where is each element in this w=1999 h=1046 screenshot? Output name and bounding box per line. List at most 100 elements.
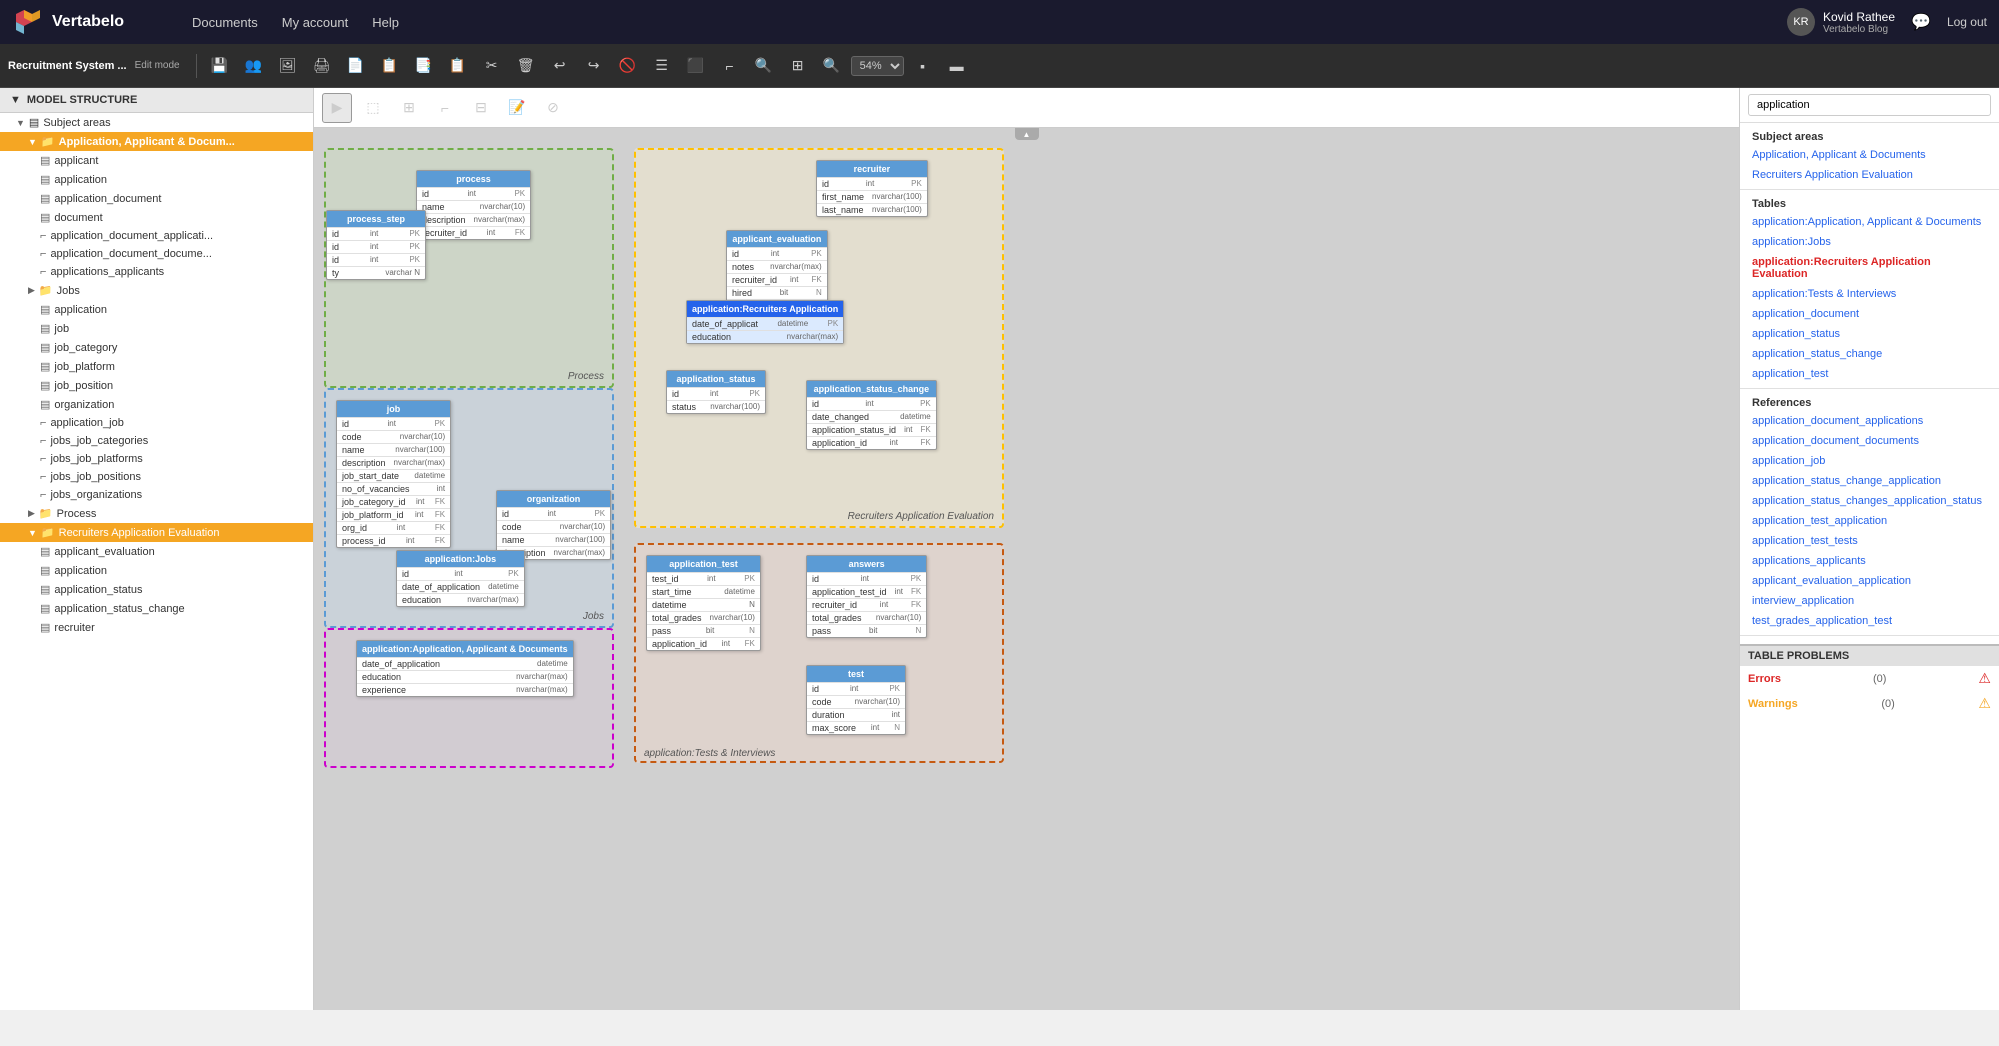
list-button[interactable]: ☰ (647, 51, 677, 81)
image-button[interactable]: 🖼 (273, 51, 303, 81)
sidebar-item-job-category[interactable]: ▤ job_category (0, 338, 313, 357)
redo-button[interactable]: ↪ (579, 51, 609, 81)
right-ref-link-3[interactable]: application_job (1740, 451, 1999, 471)
right-ref-link-5[interactable]: application_status_changes_application_s… (1740, 491, 1999, 511)
add-view-tool[interactable]: ⊟ (466, 93, 496, 123)
right-table-link-8[interactable]: application_test (1740, 364, 1999, 384)
right-ref-link-6[interactable]: application_test_application (1740, 511, 1999, 531)
collapse-icon[interactable]: ▼ (10, 94, 21, 106)
search-input[interactable] (1748, 94, 1991, 116)
sidebar-item-job-platform[interactable]: ▤ job_platform (0, 357, 313, 376)
people-button[interactable]: 👥 (239, 51, 269, 81)
fit-button[interactable]: ⊞ (783, 51, 813, 81)
right-table-link-4[interactable]: application:Tests & Interviews (1740, 284, 1999, 304)
add-area-tool[interactable]: ⊘ (538, 93, 568, 123)
sidebar-item-app-doc-docume[interactable]: ⌐ application_document_docume... (0, 245, 313, 263)
corner-button[interactable]: ⌐ (715, 51, 745, 81)
sidebar-item-applicant[interactable]: ▤ applicant (0, 151, 313, 170)
sidebar-item-applications-applicants[interactable]: ⌐ applications_applicants (0, 263, 313, 281)
save-button[interactable]: 💾 (205, 51, 235, 81)
application-status-table[interactable]: application_status idintPK statusnvarcha… (666, 370, 766, 414)
sidebar-item-process[interactable]: ▶ 📁 Process (0, 504, 313, 523)
sidebar-item-application-status-change[interactable]: ▤ application_status_change (0, 599, 313, 618)
sidebar-item-applicant-evaluation[interactable]: ▤ applicant_evaluation (0, 542, 313, 561)
right-table-link-1[interactable]: application:Application, Applicant & Doc… (1740, 212, 1999, 232)
add-table-tool[interactable]: ⊞ (394, 93, 424, 123)
sidebar-item-organization[interactable]: ▤ organization (0, 395, 313, 414)
add-note-tool[interactable]: 📝 (502, 93, 532, 123)
sidebar-item-jobs-organizations[interactable]: ⌐ jobs_organizations (0, 486, 313, 504)
pdf-button[interactable]: 📄 (341, 51, 371, 81)
sidebar-item-job-position[interactable]: ▤ job_position (0, 376, 313, 395)
sidebar-item-jobs-job-categories[interactable]: ⌐ jobs_job_categories (0, 432, 313, 450)
view-button-1[interactable]: ▪ (908, 51, 938, 81)
right-link-rae[interactable]: Recruiters Application Evaluation (1740, 165, 1999, 185)
view-button-2[interactable]: ▬ (942, 51, 972, 81)
sidebar-item-recruiter[interactable]: ▤ recruiter (0, 618, 313, 637)
nav-documents[interactable]: Documents (192, 15, 258, 30)
aad-application-table[interactable]: application:Application, Applicant & Doc… (356, 640, 574, 697)
cut-button[interactable]: ✂ (477, 51, 507, 81)
sidebar-item-application-document[interactable]: ▤ application_document (0, 189, 313, 208)
sidebar-item-app-doc-appli[interactable]: ⌐ application_document_applicati... (0, 227, 313, 245)
indent-button[interactable]: ⬛ (681, 51, 711, 81)
no-entry-button[interactable]: 🚫 (613, 51, 643, 81)
undo-button[interactable]: ↩ (545, 51, 575, 81)
sidebar-item-jobs[interactable]: ▶ 📁 Jobs (0, 281, 313, 300)
subject-areas-group[interactable]: ▼ ▤ Subject areas (0, 113, 313, 132)
sql-button[interactable]: 📋 (375, 51, 405, 81)
application-jobs-table[interactable]: application:Jobs idintPK date_of_applica… (396, 550, 525, 607)
zoom-out-button[interactable]: 🔍 (817, 51, 847, 81)
delete-button[interactable]: 🗑 (511, 51, 541, 81)
nav-my-account[interactable]: My account (282, 15, 348, 30)
print-button[interactable]: 🖨 (307, 51, 337, 81)
right-table-link-7[interactable]: application_status_change (1740, 344, 1999, 364)
sidebar-item-job[interactable]: ▤ job (0, 319, 313, 338)
right-table-link-2[interactable]: application:Jobs (1740, 232, 1999, 252)
application-rae-table[interactable]: application:Recruiters Application date_… (686, 300, 844, 344)
sidebar-item-document[interactable]: ▤ document (0, 208, 313, 227)
answers-table[interactable]: answers idintPK application_test_idintFK… (806, 555, 927, 638)
sidebar-item-application[interactable]: ▤ application (0, 170, 313, 189)
application-test-table[interactable]: application_test test_idintPK start_time… (646, 555, 761, 651)
right-ref-link-11[interactable]: test_grades_application_test (1740, 611, 1999, 631)
sidebar-item-application-jobs[interactable]: ▤ application (0, 300, 313, 319)
errors-row[interactable]: Errors (0) ⚠ (1740, 666, 1999, 691)
right-table-link-3[interactable]: application:Recruiters Application Evalu… (1740, 252, 1999, 284)
right-table-link-5[interactable]: application_document (1740, 304, 1999, 324)
zoom-select[interactable]: 54% (851, 56, 904, 76)
copy-button[interactable]: 📑 (409, 51, 439, 81)
right-ref-link-7[interactable]: application_test_tests (1740, 531, 1999, 551)
process-table[interactable]: process idintPK namenvarchar(10) descrip… (416, 170, 531, 240)
sidebar-item-application-status[interactable]: ▤ application_status (0, 580, 313, 599)
paste-button[interactable]: 📋 (443, 51, 473, 81)
logo[interactable]: Vertabelo (12, 6, 172, 38)
sidebar-item-application-job[interactable]: ⌐ application_job (0, 414, 313, 432)
canvas-area[interactable]: ▶ ⬚ ⊞ ⌐ ⊟ 📝 ⊘ ▲ process idintPK namenvar… (314, 88, 1739, 1010)
document-title[interactable]: Recruitment System ... (8, 60, 127, 72)
add-ref-tool[interactable]: ⌐ (430, 93, 460, 123)
sidebar-item-application-rae[interactable]: ▤ application (0, 561, 313, 580)
test-table[interactable]: test idintPK codenvarchar(10) durationin… (806, 665, 906, 735)
recruiter-table[interactable]: recruiter idintPK first_namenvarchar(100… (816, 160, 928, 217)
right-ref-link-8[interactable]: applications_applicants (1740, 551, 1999, 571)
logout-button[interactable]: Log out (1947, 15, 1987, 29)
sidebar-item-jobs-job-positions[interactable]: ⌐ jobs_job_positions (0, 468, 313, 486)
right-ref-link-10[interactable]: interview_application (1740, 591, 1999, 611)
select-area-tool[interactable]: ⬚ (358, 93, 388, 123)
sidebar-item-jobs-job-platforms[interactable]: ⌐ jobs_job_platforms (0, 450, 313, 468)
process-step-table[interactable]: process_step idintPK idintPK idintPK tyv… (326, 210, 426, 280)
sidebar-item-aad[interactable]: ▼ 📁 Application, Applicant & Docum... (0, 132, 313, 151)
right-ref-link-1[interactable]: application_document_applications (1740, 411, 1999, 431)
chat-icon[interactable]: 💬 (1911, 12, 1931, 32)
job-table[interactable]: job idintPK codenvarchar(10) namenvarcha… (336, 400, 451, 548)
nav-help[interactable]: Help (372, 15, 399, 30)
right-link-aad[interactable]: Application, Applicant & Documents (1740, 145, 1999, 165)
right-ref-link-9[interactable]: applicant_evaluation_application (1740, 571, 1999, 591)
right-ref-link-2[interactable]: application_document_documents (1740, 431, 1999, 451)
right-table-link-6[interactable]: application_status (1740, 324, 1999, 344)
zoom-in-button[interactable]: 🔍 (749, 51, 779, 81)
application-status-change-table[interactable]: application_status_change idintPK date_c… (806, 380, 937, 450)
right-ref-link-4[interactable]: application_status_change_application (1740, 471, 1999, 491)
select-tool[interactable]: ▶ (322, 93, 352, 123)
